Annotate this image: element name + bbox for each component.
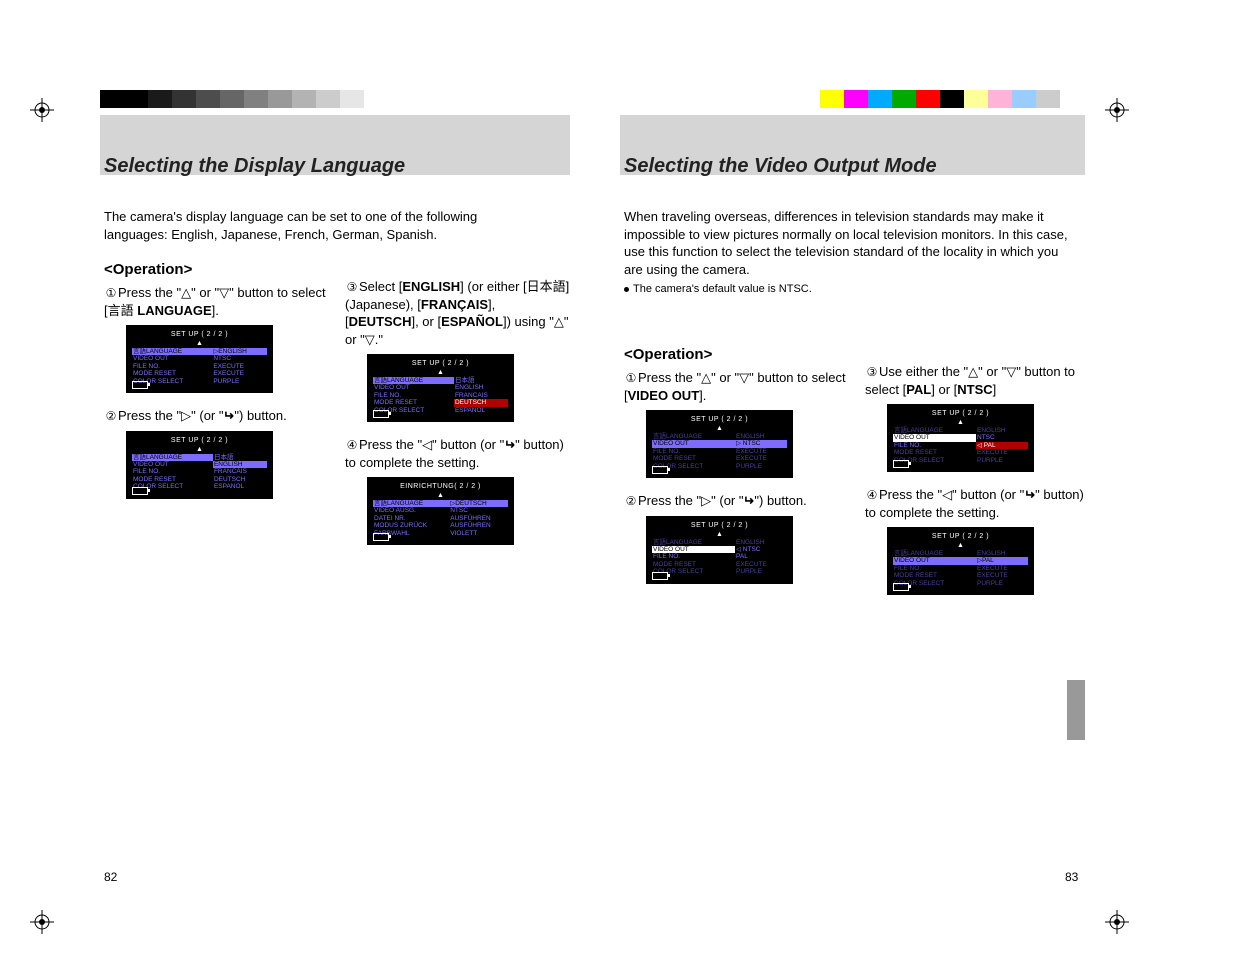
step-3: ③Select [ENGLISH] (or either [日本語] (Japa… [345, 278, 570, 348]
intro-bullet: The camera's default value is NTSC. [624, 282, 1079, 297]
right-col-a: <Operation> ①Press the "△" or "▽" button… [624, 345, 849, 598]
lcd-screenshot: SET UP ( 2 / 2 )▲言語LANGUAGEENGLISHVIDEO … [624, 410, 849, 478]
step-4: ④Press the "◁" button (or "↵" button) to… [865, 486, 1090, 521]
enter-icon: ↵ [223, 407, 234, 425]
lcd-screenshot: SET UP ( 2 / 2 )▲言語LANGUAGEENGLISHVIDEO … [624, 516, 849, 584]
triangle-right-icon: ▷ [181, 408, 191, 423]
triangle-right-icon: ▷ [701, 493, 711, 508]
step-1: ①Press the "△" or "▽" button to select [… [624, 369, 849, 404]
operation-heading: <Operation> [104, 260, 329, 280]
triangle-up-icon: △ [181, 285, 191, 300]
page-number-left: 82 [104, 870, 117, 884]
section-title-left: Selecting the Display Language [104, 155, 405, 178]
intro-right: When traveling overseas, differences in … [624, 208, 1079, 297]
step-num: ④ [865, 487, 879, 503]
lcd-screenshot: SET UP ( 2 / 2 )▲言語LANGUAGE日本語VIDEO OUTE… [345, 354, 570, 422]
triangle-down-icon: ▽ [365, 332, 375, 347]
step-num: ③ [865, 364, 879, 380]
step-num: ③ [345, 279, 359, 295]
registration-mark [30, 910, 54, 934]
left-col-a: <Operation> ①Press the "△" or "▽" button… [104, 260, 329, 513]
section-title-right: Selecting the Video Output Mode [624, 155, 937, 178]
step-2: ②Press the "▷" (or "↵") button. [624, 492, 849, 510]
step-num: ② [104, 408, 118, 424]
step-3: ③Use either the "△" or "▽" button to sel… [865, 363, 1090, 398]
step-4: ④Press the "◁" button (or "↵" button) to… [345, 436, 570, 471]
bullet-icon [624, 287, 629, 292]
step-num: ① [104, 285, 118, 301]
triangle-up-icon: △ [701, 370, 711, 385]
triangle-up-icon: △ [554, 314, 564, 329]
enter-icon: ↵ [1024, 486, 1035, 504]
triangle-down-icon: ▽ [1006, 364, 1016, 379]
thumb-index-tab [1067, 680, 1085, 740]
step-num: ① [624, 370, 638, 386]
right-col-b: ③Use either the "△" or "▽" button to sel… [865, 363, 1090, 609]
lcd-screenshot: SET UP ( 2 / 2 )▲言語LANGUAGEENGLISHVIDEO … [865, 527, 1090, 595]
intro-left: The camera's display language can be set… [104, 208, 544, 243]
lcd-screenshot: SET UP ( 2 / 2 )▲言語LANGUAGE▷ENGLISHVIDEO… [104, 325, 329, 393]
lcd-screenshot: EINRICHTUNG( 2 / 2 )▲言語LANGUAGE▷DEUTSCHV… [345, 477, 570, 545]
triangle-left-icon: ◁ [942, 487, 952, 502]
step-2: ②Press the "▷" (or "↵") button. [104, 407, 329, 425]
enter-icon: ↵ [504, 436, 515, 454]
step-1: ①Press the "△" or "▽" button to select [… [104, 284, 329, 319]
triangle-left-icon: ◁ [422, 437, 432, 452]
color-colorbar [820, 90, 1060, 108]
enter-icon: ↵ [743, 492, 754, 510]
page-number-right: 83 [1065, 870, 1078, 884]
registration-mark [1105, 98, 1129, 122]
operation-heading: <Operation> [624, 345, 849, 365]
left-col-b: ③Select [ENGLISH] (or either [日本語] (Japa… [345, 278, 570, 559]
triangle-down-icon: ▽ [739, 370, 749, 385]
step-num: ④ [345, 437, 359, 453]
triangle-up-icon: △ [968, 364, 978, 379]
gray-colorbar [100, 90, 388, 108]
intro-right-text: When traveling overseas, differences in … [624, 209, 1068, 277]
bullet-text: The camera's default value is NTSC. [633, 283, 812, 295]
registration-mark [1105, 910, 1129, 934]
triangle-down-icon: ▽ [219, 285, 229, 300]
lcd-screenshot: SET UP ( 2 / 2 )▲言語LANGUAGEENGLISHVIDEO … [865, 404, 1090, 472]
lcd-screenshot: SET UP ( 2 / 2 )▲言語LANGUAGE日本語VIDEO OUTE… [104, 431, 329, 499]
step-num: ② [624, 493, 638, 509]
registration-mark [30, 98, 54, 122]
